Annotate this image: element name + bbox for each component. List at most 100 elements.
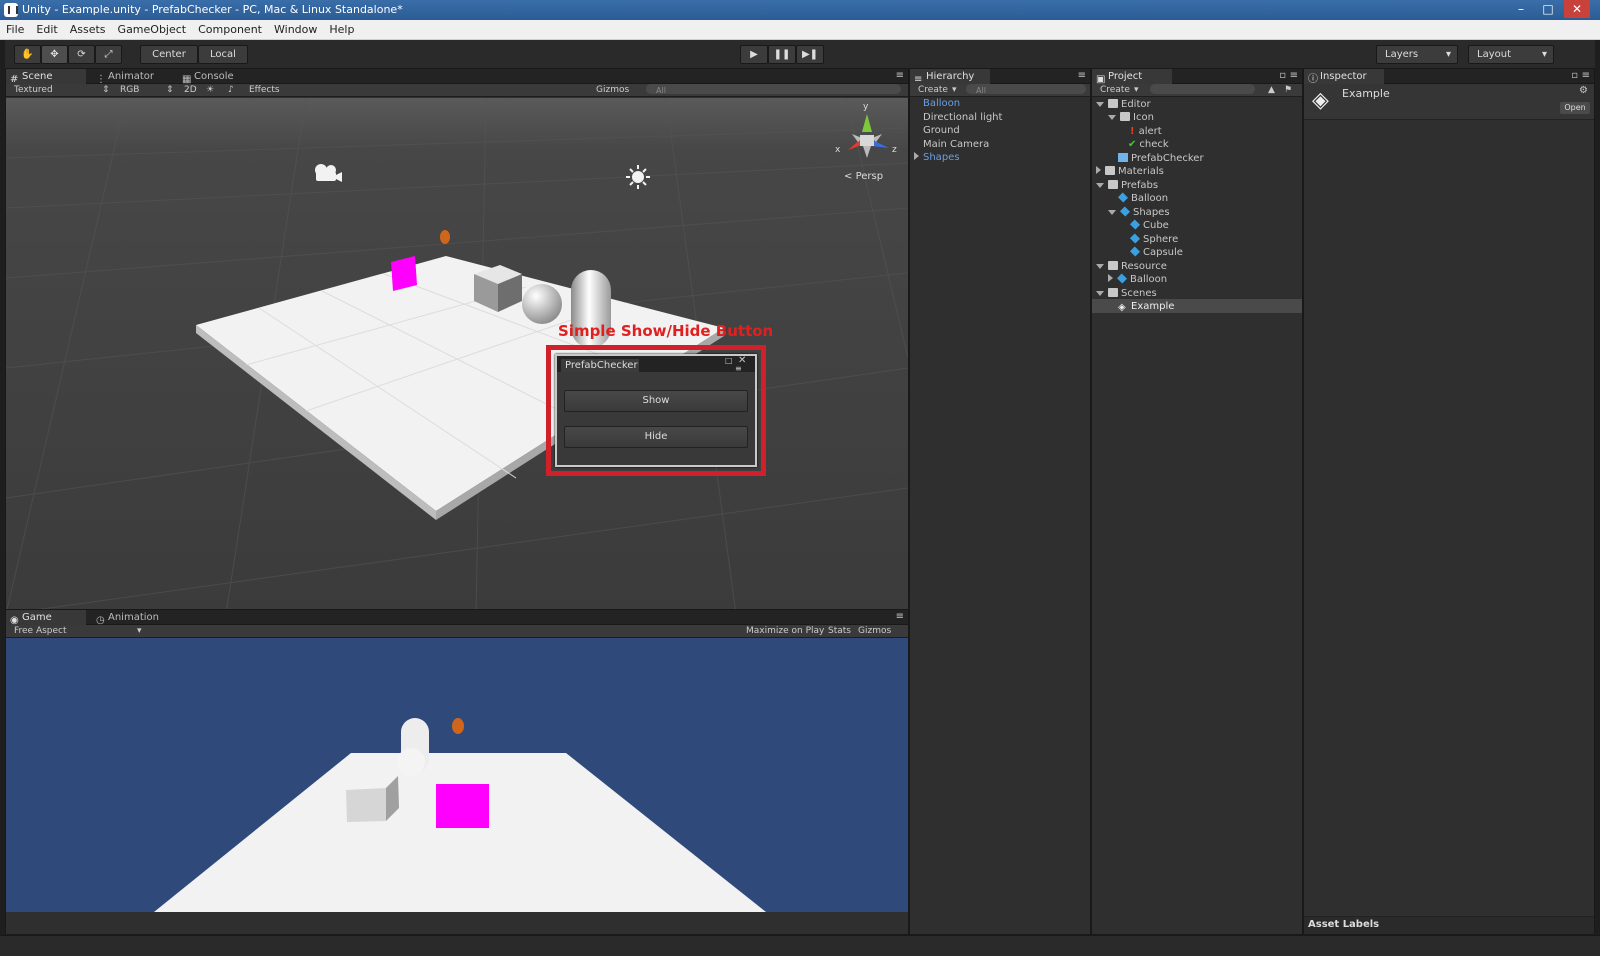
project-search-input[interactable] [1150,84,1255,94]
project-menu-icon[interactable]: ≡ [1290,70,1298,81]
lighting-toggle-icon[interactable]: ☀ [206,84,214,97]
maximize-on-play-toggle[interactable]: Maximize on Play [746,625,824,638]
tab-console-label: Console [194,71,234,82]
expand-arrow-icon[interactable] [914,152,919,160]
game-viewport[interactable] [6,638,908,912]
pivot-center-button[interactable]: Center [140,45,198,64]
projection-persp-toggle[interactable]: < Persp [844,171,883,182]
tab-animator[interactable]: ⋮ Animator [92,69,172,85]
collapse-arrow-icon[interactable] [1096,291,1104,296]
project-folder-icon[interactable]: Icon [1108,111,1154,124]
collapse-arrow-icon[interactable] [1096,183,1104,188]
project-create-chevron-icon: ▾ [1134,85,1139,95]
tab-project[interactable]: ▣ Project [1092,69,1172,85]
tab-game[interactable]: ◉ Game [6,610,86,626]
menu-file[interactable]: File [0,20,30,40]
folder-icon [1120,112,1130,121]
project-folder-materials[interactable]: Materials [1096,165,1164,178]
project-folder-prefabs[interactable]: Prefabs [1096,179,1158,192]
project-asset-prefabchecker[interactable]: PrefabChecker [1118,152,1204,165]
effects-dropdown[interactable]: Effects [249,84,280,97]
project-lock-icon[interactable]: ▫ [1279,70,1286,81]
2d-toggle[interactable]: 2D [184,84,197,97]
project-prefab-sphere[interactable]: Sphere [1129,233,1178,246]
menu-component[interactable]: Component [192,20,268,40]
hierarchy-menu-icon[interactable]: ≡ [1078,70,1086,81]
game-icon: ◉ [10,615,19,626]
prefab-window-menu-icon[interactable]: ≡ [735,364,742,373]
game-gizmos-dropdown[interactable]: Gizmos [858,625,891,638]
project-scene-example[interactable]: ◈ Example [1118,300,1174,313]
render-mode-dropdown[interactable]: Textured [14,84,53,97]
hierarchy-create-dropdown[interactable]: Create [918,84,948,97]
hierarchy-item-ground[interactable]: Ground [923,124,960,137]
collapse-arrow-icon[interactable] [1108,115,1116,120]
info-icon: ⓘ [1308,74,1318,85]
project-asset-alert[interactable]: ! alert [1130,125,1162,138]
pause-button[interactable]: ❚❚ [768,45,796,64]
hide-button[interactable]: Hide [564,426,748,448]
expand-arrow-icon[interactable] [1096,166,1101,174]
move-tool-icon[interactable]: ✥ [41,45,68,64]
project-prefab-capsule[interactable]: Capsule [1129,246,1183,259]
scene-viewport[interactable]: y x z < Persp Simple Show/Hide Button Pr… [6,98,908,614]
menu-assets[interactable]: Assets [64,20,112,40]
tab-console[interactable]: ▦ Console [178,69,258,85]
layers-dropdown[interactable]: Layers ▾ [1376,45,1458,64]
color-mode-dropdown[interactable]: RGB [120,84,139,97]
prefab-checker-tab[interactable]: PrefabChecker [561,359,639,372]
play-button[interactable]: ▶ [740,45,768,64]
show-button[interactable]: Show [564,390,748,412]
hierarchy-search-input[interactable]: All [966,84,1086,95]
project-prefab-shapes[interactable]: Shapes [1108,206,1170,219]
menu-gameobject[interactable]: GameObject [112,20,193,40]
minimize-icon[interactable]: – [1508,0,1534,18]
aspect-dropdown[interactable]: Free Aspect [14,625,67,638]
project-create-dropdown[interactable]: Create [1100,84,1130,97]
project-asset-check[interactable]: ✔ check [1128,138,1169,151]
step-button[interactable]: ▶❚ [796,45,824,64]
menu-window[interactable]: Window [268,20,323,40]
hand-tool-icon[interactable]: ✋ [14,45,41,64]
hierarchy-item-main-camera[interactable]: Main Camera [923,138,989,151]
scene-search-input[interactable]: All [646,84,901,95]
project-prefab-cube[interactable]: Cube [1129,219,1169,232]
filter-by-type-icon[interactable]: ▲ [1268,84,1275,97]
hierarchy-item-directional-light[interactable]: Directional light [923,111,1002,124]
menu-help[interactable]: Help [323,20,360,40]
collapse-arrow-icon[interactable] [1096,102,1104,107]
hierarchy-item-balloon[interactable]: Balloon [923,97,960,110]
inspector-settings-gear-icon[interactable]: ⚙ [1579,85,1588,96]
open-button[interactable]: Open [1560,102,1590,114]
stats-toggle[interactable]: Stats [828,625,851,638]
tab-scene-label: Scene [22,71,53,82]
project-resource-balloon[interactable]: Balloon [1108,273,1167,286]
filter-by-label-icon[interactable]: ⚑ [1284,84,1292,97]
inspector-menu-icon[interactable]: ≡ [1582,70,1590,81]
pivot-local-button[interactable]: Local [198,45,248,64]
tab-inspector[interactable]: ⓘ Inspector [1304,69,1384,85]
menu-edit[interactable]: Edit [30,20,63,40]
close-icon[interactable]: ✕ [1564,0,1590,18]
audio-toggle-icon[interactable]: ♪ [228,84,234,97]
collapse-arrow-icon[interactable] [1108,210,1116,215]
project-folder-editor[interactable]: Editor [1096,98,1151,111]
console-icon: ▦ [182,74,192,85]
tab-scene[interactable]: # Scene [6,69,86,85]
collapse-arrow-icon[interactable] [1096,264,1104,269]
tab-hierarchy[interactable]: ≡ Hierarchy [910,69,990,85]
expand-arrow-icon[interactable] [1108,274,1113,282]
gizmos-dropdown[interactable]: Gizmos [596,84,629,97]
prefab-window-maximize-icon[interactable]: □ [725,356,733,365]
project-prefab-balloon[interactable]: Balloon [1117,192,1168,205]
layout-dropdown[interactable]: Layout ▾ [1468,45,1554,64]
rotate-tool-icon[interactable]: ⟳ [68,45,95,64]
maximize-icon[interactable]: □ [1535,0,1561,18]
scene-panel-menu-icon[interactable]: ≡ [896,70,904,81]
tab-animation[interactable]: ◷ Animation [92,610,182,626]
hierarchy-item-shapes[interactable]: Shapes [914,151,960,164]
scale-tool-icon[interactable]: ⤢ [95,45,122,64]
game-panel-menu-icon[interactable]: ≡ [896,611,904,622]
project-folder-resource[interactable]: Resource [1096,260,1167,273]
inspector-lock-icon[interactable]: ▫ [1571,70,1578,81]
